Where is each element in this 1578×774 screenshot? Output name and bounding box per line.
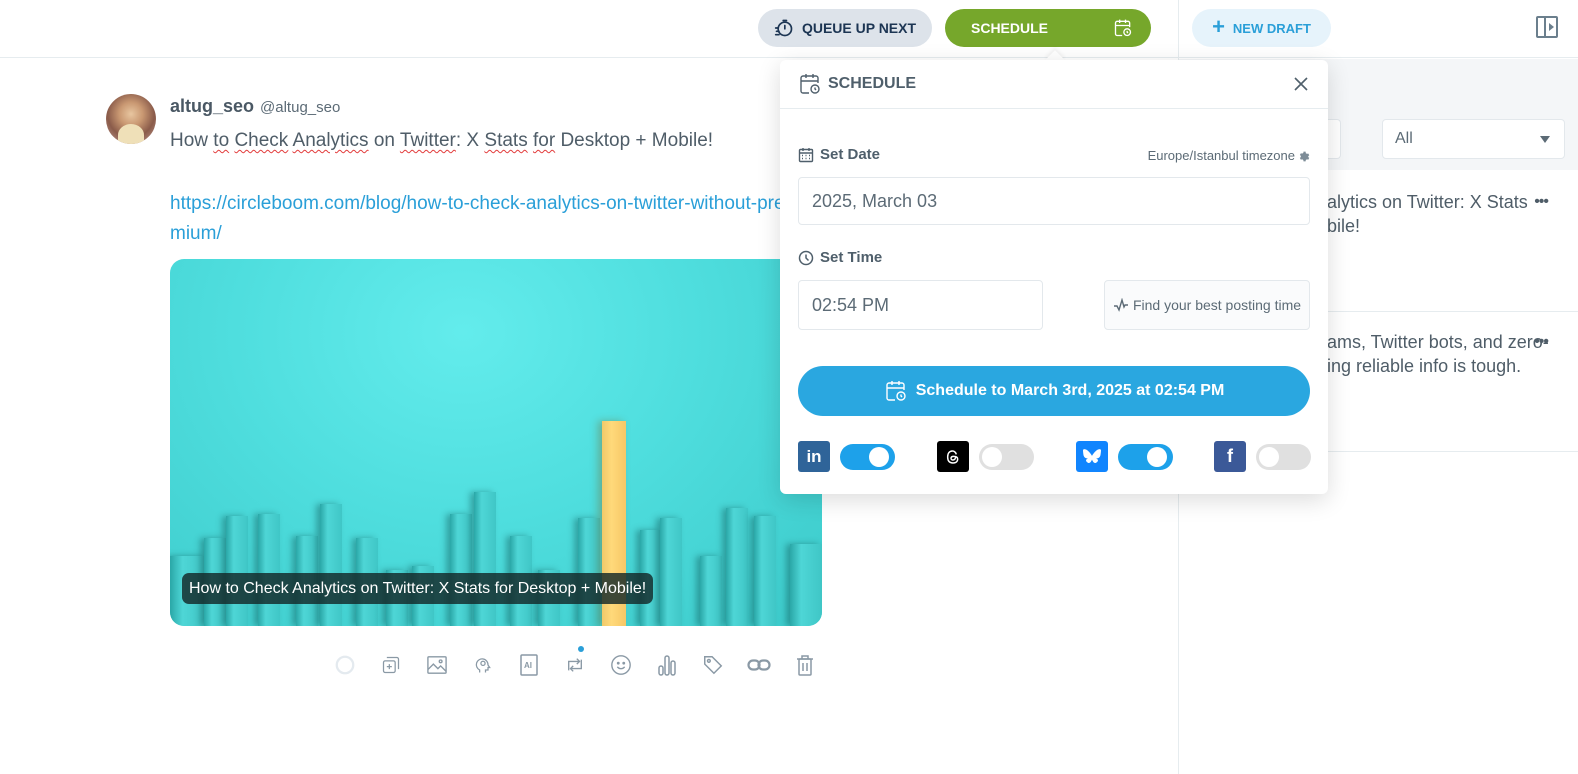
more-options-icon[interactable]: ••• [1534,190,1549,214]
repost-icon[interactable] [552,646,598,680]
network-linkedin: in [798,441,895,472]
schedule-label: SCHEDULE [971,20,1049,36]
chevron-down-icon [1540,136,1550,143]
clock-icon [798,250,814,265]
calendar-icon [798,147,814,162]
decorative-bar [474,492,496,626]
threads-icon [937,441,969,472]
text-part: Desktop + Mobile! [555,130,714,151]
decorative-bar [258,514,280,626]
author-name: altug_seo [170,96,255,116]
decorative-bar [320,504,342,626]
svg-text:AI: AI [524,661,532,670]
date-input[interactable]: 2025, March 03 [798,177,1310,225]
find-best-time-label: Find your best posting time [1132,297,1302,313]
notification-dot [578,646,584,652]
text-part-misspelled: Check [234,130,289,151]
toggle-knob [869,446,889,467]
decorative-bar [578,518,600,626]
decorative-bar [726,508,748,626]
toggle-knob [1147,446,1167,467]
text-part-misspelled: for [532,130,556,151]
popover-title: SCHEDULE [828,75,917,92]
schedule-popover: SCHEDULE Set Date Europe/Istanbul timezo… [780,60,1328,494]
link-preview-image[interactable]: How to Check Analytics on Twitter: X Sta… [170,259,822,626]
set-date-text: Set Date [820,146,881,163]
post-link[interactable]: https://circleboom.com/blog/how-to-check… [170,189,790,249]
trash-icon[interactable] [782,650,828,680]
network-threads [937,441,1034,472]
set-time-text: Set Time [820,249,883,266]
decorative-bar [450,514,472,626]
add-thread-icon[interactable] [368,650,414,680]
new-draft-button[interactable]: + NEW DRAFT [1192,9,1331,47]
plus-icon: + [1212,14,1225,39]
schedule-confirm-label: Schedule to March 3rd, 2025 at 02:54 PM [915,382,1225,399]
ai-text-icon[interactable]: AI [506,650,552,680]
close-icon[interactable] [1292,75,1310,93]
schedule-button[interactable]: SCHEDULE [945,9,1151,47]
top-bar: QUEUE UP NEXT SCHEDULE + NEW DRAFT [0,0,1578,58]
set-date-label: Set Date [798,146,880,163]
link-icon[interactable] [736,650,782,680]
draft-text: bile! [1327,216,1361,236]
calendar-clock-icon [800,74,820,94]
decorative-bar [226,516,248,626]
text-part-misspelled: to [213,130,230,151]
timezone-text: Europe/Istanbul timezone [1147,148,1295,163]
network-bluesky [1076,441,1173,472]
find-best-time-button[interactable]: Find your best posting time [1104,280,1310,330]
toggle-knob [1259,446,1279,467]
network-facebook: f [1214,441,1311,472]
timezone-setting[interactable]: Europe/Istanbul timezone [1148,148,1310,163]
queue-up-next-button[interactable]: QUEUE UP NEXT [758,9,932,47]
emoji-icon[interactable] [598,650,644,680]
facebook-toggle[interactable] [1256,443,1311,470]
text-part: How [170,130,214,151]
pulse-icon [1113,298,1128,312]
text-part-misspelled: Twitter [399,130,456,151]
facebook-icon: f [1214,441,1246,472]
time-input[interactable]: 02:54 PM [798,280,1043,330]
calendar-clock-icon [1114,19,1132,37]
threads-toggle[interactable] [979,443,1034,470]
decorative-bar [754,516,776,626]
schedule-confirm-button[interactable]: Schedule to March 3rd, 2025 at 02:54 PM [798,366,1310,416]
image-icon[interactable] [414,650,460,680]
decorative-bar [790,544,822,626]
text-part: on [368,130,400,151]
set-time-label: Set Time [798,249,882,266]
drafts-filter-select[interactable]: All [1382,119,1565,159]
author-handle: @altug_seo [260,99,341,116]
toggle-knob [982,446,1002,467]
image-caption: How to Check Analytics on Twitter: X Sta… [182,573,654,604]
gear-icon [1299,151,1310,161]
avatar [106,94,156,144]
text-part: : X [455,130,485,151]
bluesky-toggle[interactable] [1118,443,1173,470]
bluesky-icon [1076,441,1108,472]
toggle-sidebar-icon[interactable] [1536,16,1558,38]
poll-icon[interactable] [644,650,690,680]
text-part-misspelled: Analytics [292,130,369,151]
new-draft-label: NEW DRAFT [1232,20,1311,36]
decorative-bar [700,556,722,626]
more-options-icon[interactable]: ••• [1534,330,1549,354]
linkedin-icon: in [798,441,830,472]
linkedin-toggle[interactable] [840,443,895,470]
loading-spinner-icon [322,650,368,680]
ai-brain-icon[interactable] [460,650,506,680]
decorative-bar [660,518,682,626]
composer-toolbar: AI [322,646,828,680]
queue-up-next-label: QUEUE UP NEXT [801,20,917,36]
popover-header: SCHEDULE [780,60,1328,109]
stopwatch-icon [774,19,793,37]
post-text[interactable]: How to Check Analytics on Twitter: X Sta… [170,130,713,152]
draft-text: ing reliable info is tough. [1327,356,1522,376]
filter-value: All [1395,130,1413,147]
calendar-clock-icon [886,381,906,401]
post-author: altug_seo @altug_seo [170,96,340,117]
text-part-misspelled: Stats [484,130,528,151]
tag-icon[interactable] [690,650,736,680]
